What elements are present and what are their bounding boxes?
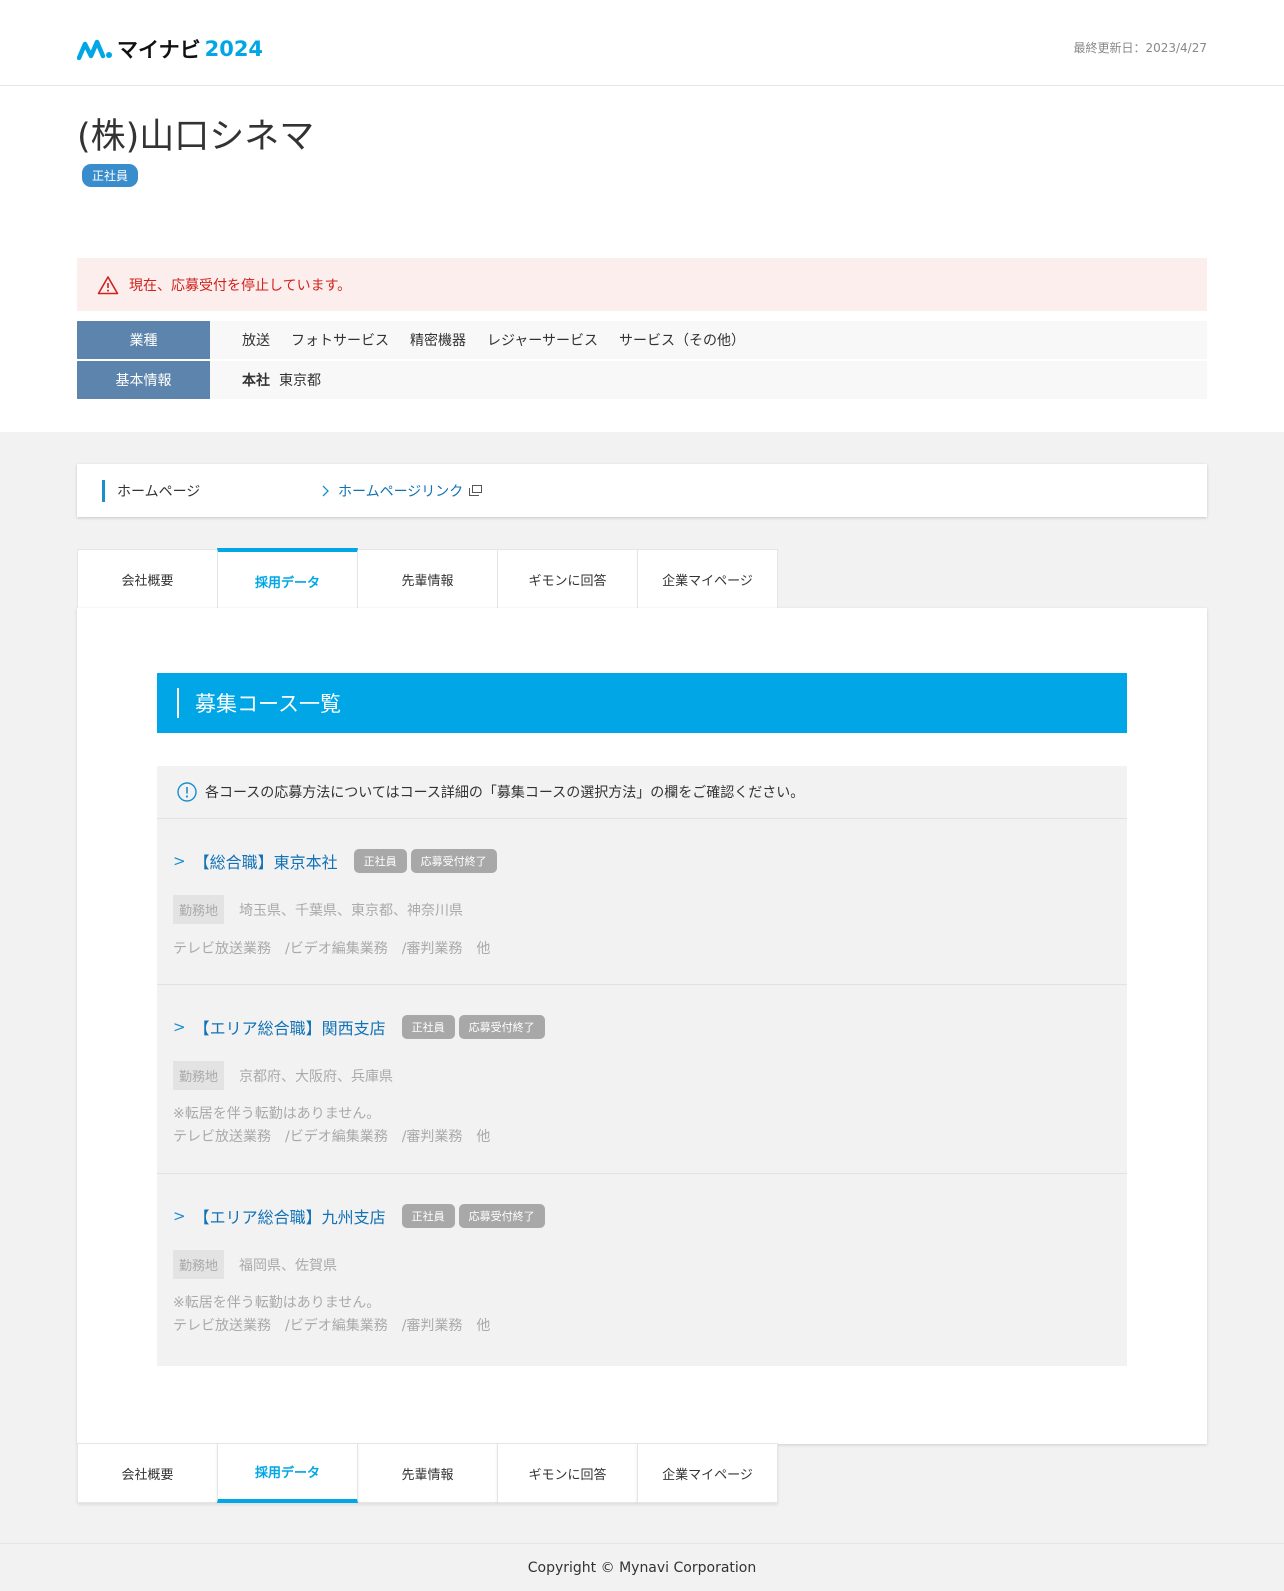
external-link-icon [469,485,483,496]
course-jobs: テレビ放送業務 /ビデオ編集業務 /審判業務 他 [173,1318,491,1334]
main-content: 募集コース一覧 各コースの応募方法についてはコース詳細の「募集コースの選択方法」… [77,608,1207,1444]
homepage-box: ホームページ ホームページリンク [77,464,1207,517]
course-item: > 【総合職】東京本社 正社員 応募受付終了 勤務地 埼玉県、千葉県、東京都、神… [157,819,1127,985]
tab-bar-top: 会社概要 採用データ 先輩情報 ギモンに回答 企業マイページ [77,548,778,611]
tab-company-overview[interactable]: 会社概要 [77,1443,218,1503]
industry-item: レジャーサービス [487,333,599,349]
basic-info-values: 本社 東京都 [210,361,321,399]
alert-text: 現在、応募受付を停止しています。 [129,277,352,294]
course-note: ※転居を伴う転勤はありません。 [173,1106,381,1122]
chevron-right-icon: > [173,852,186,870]
chevron-right-icon [322,485,329,496]
tab-recruitment-data[interactable]: 採用データ [217,1443,358,1503]
chevron-right-icon: > [173,1018,186,1036]
basic-info-label: 基本情報 [77,361,210,399]
course-location: 勤務地 福岡県、佐賀県 [173,1250,337,1279]
tab-recruitment-data[interactable]: 採用データ [217,548,358,611]
section-title-bar: 募集コース一覧 [157,673,1127,733]
course-title-link[interactable]: 【総合職】東京本社 [194,849,338,873]
tab-senior-info[interactable]: 先輩情報 [357,1443,498,1503]
logo-year: 2024 [204,36,264,61]
info-icon [177,782,197,802]
tab-company-mypage[interactable]: 企業マイページ [637,549,778,609]
mynavi-logo[interactable]: マイナビ 2024 [77,36,264,62]
course-location: 勤務地 京都府、大阪府、兵庫県 [173,1061,393,1090]
course-title-link[interactable]: 【エリア総合職】九州支店 [194,1204,386,1228]
industry-values: 放送 フォトサービス 精密機器 レジャーサービス サービス（その他） [210,321,745,359]
location-text: 埼玉県、千葉県、東京都、神奈川県 [239,902,464,919]
tab-qa[interactable]: ギモンに回答 [497,549,638,609]
employment-badge: 正社員 [353,849,407,873]
last-updated: 最終更新日：2023/4/27 [1073,41,1207,55]
employment-badge: 正社員 [401,1015,455,1039]
employment-badge: 正社員 [82,164,139,187]
course-jobs: テレビ放送業務 /ビデオ編集業務 /審判業務 他 [173,941,491,957]
course-jobs: テレビ放送業務 /ビデオ編集業務 /審判業務 他 [173,1129,491,1145]
course-notice-text: 各コースの応募方法についてはコース詳細の「募集コースの選択方法」の欄をご確認くだ… [205,785,805,801]
location-tag: 勤務地 [173,895,225,924]
site-header: マイナビ 2024 最終更新日：2023/4/27 [0,0,1284,86]
location-tag: 勤務地 [173,1061,225,1090]
closed-badge: 応募受付終了 [458,1204,545,1228]
homepage-accent-bar [102,479,105,502]
closed-badge: 応募受付終了 [458,1015,545,1039]
industry-item: フォトサービス [291,333,389,349]
industry-item: 精密機器 [410,333,466,349]
course-list: 各コースの応募方法についてはコース詳細の「募集コースの選択方法」の欄をご確認くだ… [157,766,1127,1366]
location-tag: 勤務地 [173,1250,225,1279]
mynavi-mark-icon [77,39,112,60]
industry-item: 放送 [242,333,270,349]
course-notice: 各コースの応募方法についてはコース詳細の「募集コースの選択方法」の欄をご確認くだ… [157,766,1127,819]
hq-label: 本社 [242,373,270,389]
industry-item: サービス（その他） [619,333,746,349]
tab-bar-bottom: 会社概要 採用データ 先輩情報 ギモンに回答 企業マイページ [77,1443,778,1503]
employment-badge: 正社員 [401,1204,455,1228]
tab-senior-info[interactable]: 先輩情報 [357,549,498,609]
basic-info-row: 基本情報 本社 東京都 [77,361,1207,399]
homepage-link-text: ホームページリンク [338,483,464,500]
company-name: (株)山口シネマ [77,117,315,157]
section-title: 募集コース一覧 [195,692,341,716]
copyright-text: Copyright © Mynavi Corporation [527,1559,757,1576]
location-text: 京都府、大阪府、兵庫県 [239,1068,394,1085]
course-title-link[interactable]: 【エリア総合職】関西支店 [194,1015,386,1039]
course-item: > 【エリア総合職】関西支店 正社員 応募受付終了 勤務地 京都府、大阪府、兵庫… [157,985,1127,1174]
warning-icon [97,275,119,294]
homepage-label: ホームページ [117,483,201,500]
homepage-link[interactable]: ホームページリンク [322,481,483,501]
logo-text: マイナビ [117,37,201,62]
course-location: 勤務地 埼玉県、千葉県、東京都、神奈川県 [173,895,463,924]
course-head: > 【総合職】東京本社 正社員 応募受付終了 [173,849,501,873]
page-top: マイナビ 2024 最終更新日：2023/4/27 (株)山口シネマ 正社員 現… [0,0,1284,432]
tab-qa[interactable]: ギモンに回答 [497,1443,638,1503]
site-footer: Copyright © Mynavi Corporation [0,1543,1284,1591]
hq-value: 東京都 [279,373,321,389]
tab-company-mypage[interactable]: 企業マイページ [637,1443,778,1503]
closed-badge: 応募受付終了 [410,849,497,873]
course-note: ※転居を伴う転勤はありません。 [173,1295,381,1311]
section-title-accent [177,688,179,718]
chevron-right-icon: > [173,1207,186,1225]
industry-row: 業種 放送 フォトサービス 精密機器 レジャーサービス サービス（その他） [77,321,1207,359]
course-head: > 【エリア総合職】関西支店 正社員 応募受付終了 [173,1015,549,1039]
course-item: > 【エリア総合職】九州支店 正社員 応募受付終了 勤務地 福岡県、佐賀県 ※転… [157,1174,1127,1364]
course-head: > 【エリア総合職】九州支店 正社員 応募受付終了 [173,1204,549,1228]
tab-company-overview[interactable]: 会社概要 [77,549,218,609]
application-closed-alert: 現在、応募受付を停止しています。 [77,258,1207,311]
location-text: 福岡県、佐賀県 [239,1257,338,1274]
industry-label: 業種 [77,321,210,359]
